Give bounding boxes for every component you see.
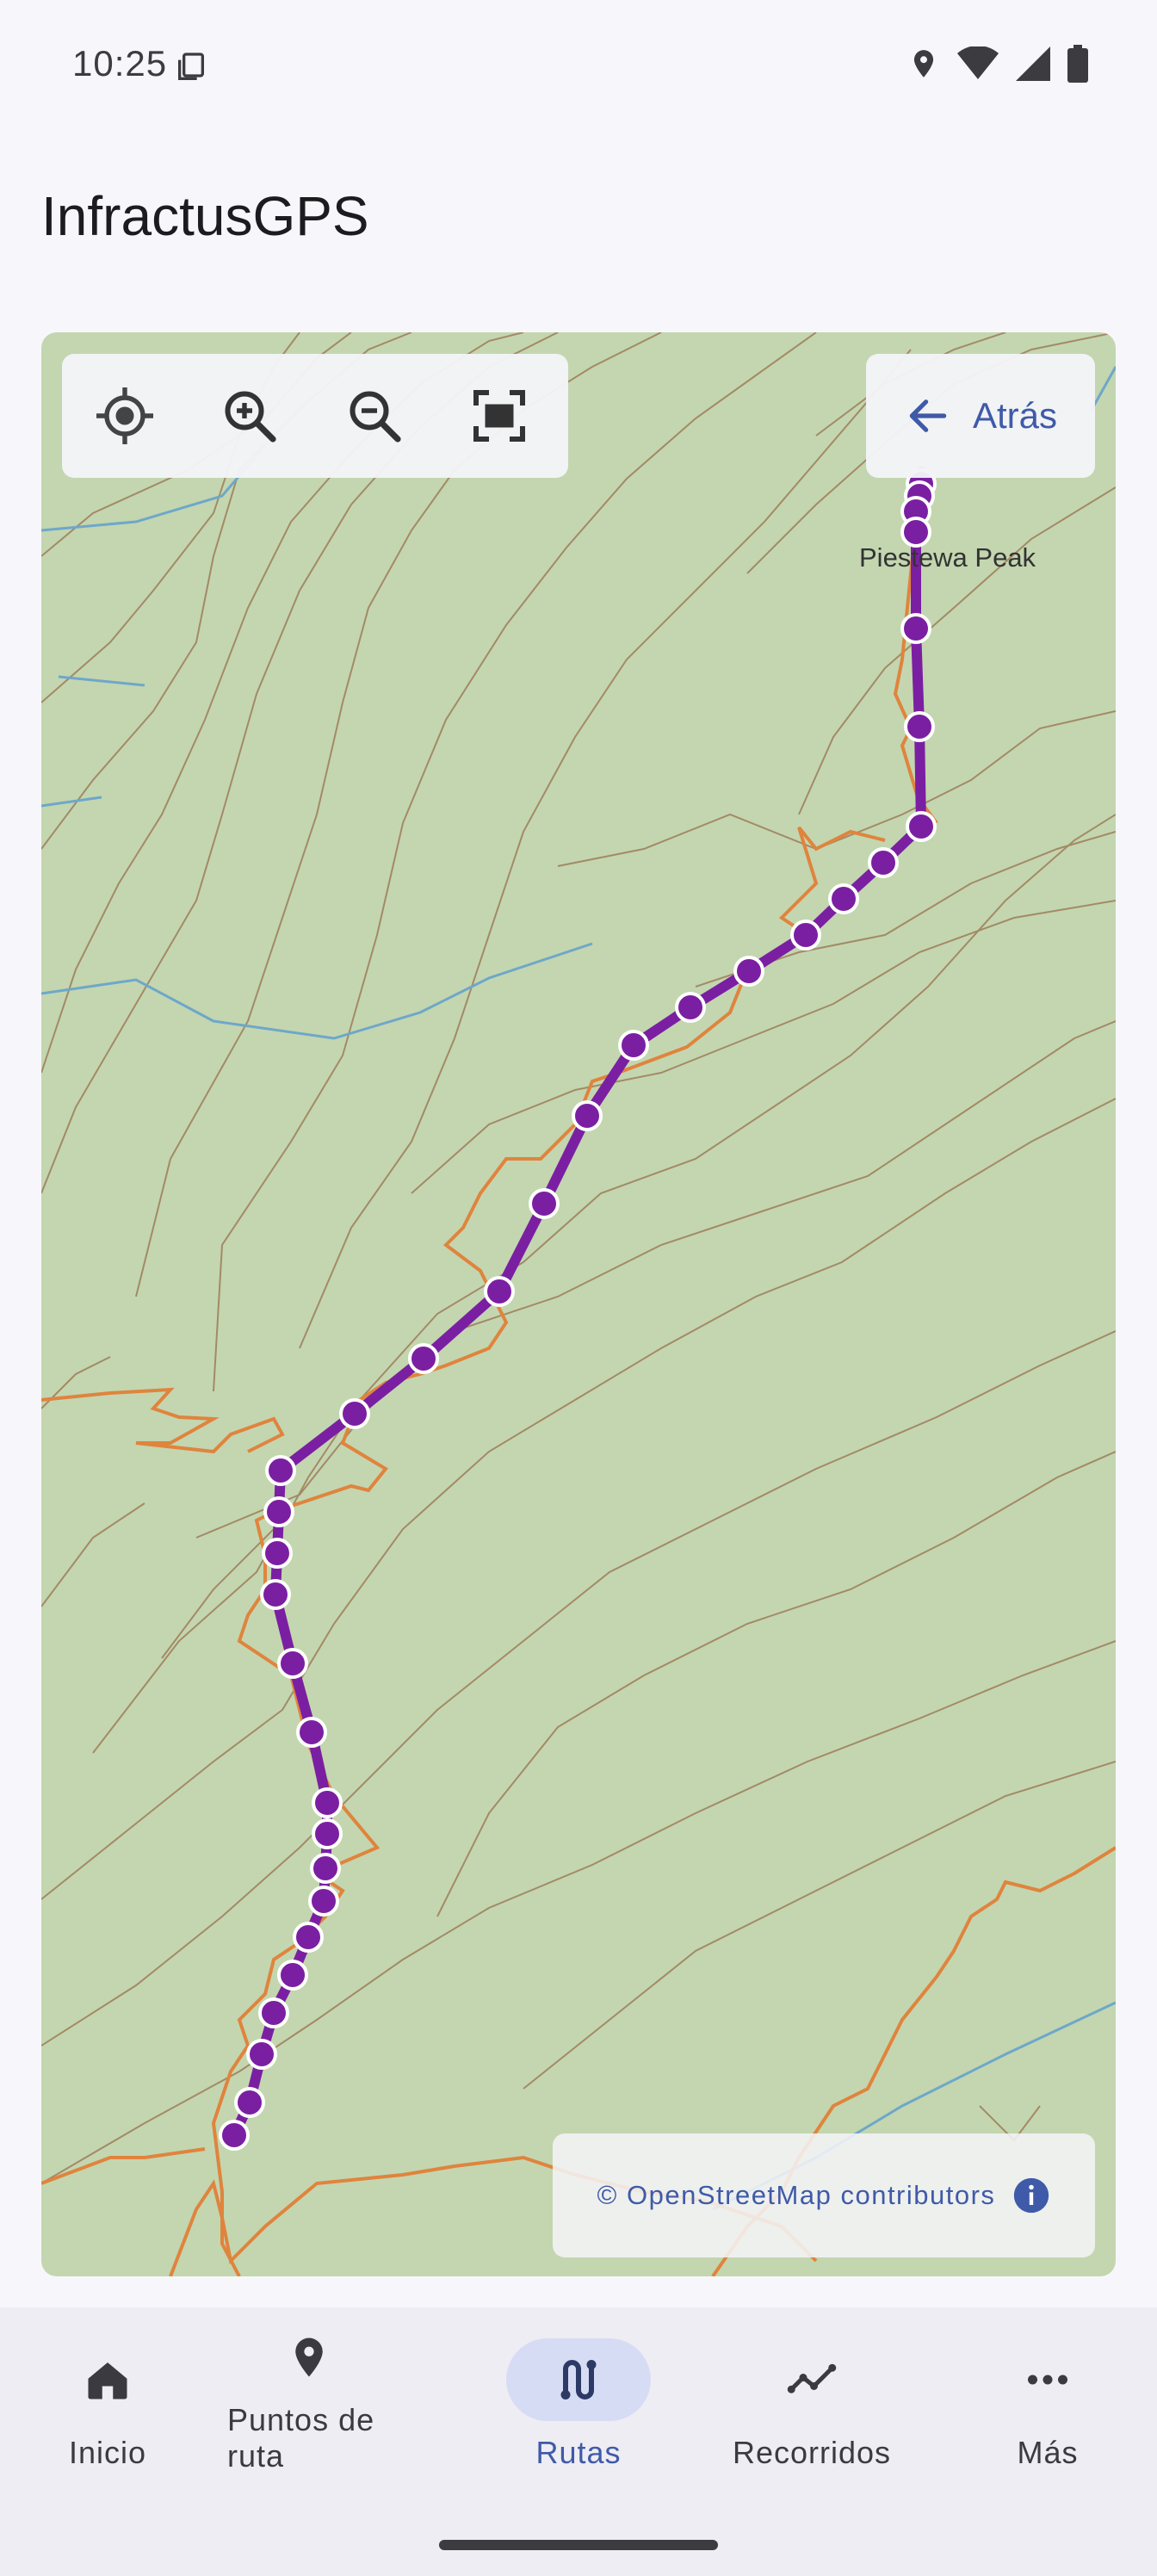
info-icon[interactable] xyxy=(1012,2177,1050,2214)
map-toolbar xyxy=(62,354,568,478)
nav-label-mas: Más xyxy=(1017,2435,1079,2470)
nav-label-rutas: Rutas xyxy=(535,2435,622,2470)
arrow-back-icon xyxy=(909,399,947,432)
route-icon xyxy=(560,2360,597,2400)
route-waypoints xyxy=(219,468,937,2151)
zoom-in-button[interactable] xyxy=(187,354,312,478)
location-icon xyxy=(907,45,940,87)
my-location-icon xyxy=(96,387,153,444)
nav-item-recorridos[interactable]: Recorridos xyxy=(704,2338,919,2511)
map-attribution[interactable]: © OpenStreetMap contributors xyxy=(553,2133,1095,2257)
cell-signal-icon xyxy=(1016,46,1050,85)
nav-label-recorridos: Recorridos xyxy=(732,2435,892,2470)
app-title: InfractusGPS xyxy=(41,185,369,247)
screen-copy-icon xyxy=(174,50,208,89)
bottom-navigation: Inicio Puntos de ruta Rutas Recorridos M… xyxy=(0,2307,1157,2576)
fit-bounds-button[interactable] xyxy=(436,354,561,478)
map-view[interactable]: Piestewa Peak Atrás © OpenStreetMap cont… xyxy=(41,332,1116,2276)
wifi-icon xyxy=(957,46,999,85)
back-button[interactable]: Atrás xyxy=(866,354,1095,478)
nav-item-inicio[interactable]: Inicio xyxy=(0,2338,215,2511)
zoom-in-icon xyxy=(225,391,276,443)
nav-item-mas[interactable]: Más xyxy=(940,2338,1155,2511)
trail-lines xyxy=(41,486,1116,2276)
my-location-button[interactable] xyxy=(62,354,187,478)
home-icon xyxy=(88,2362,127,2400)
fit-to-screen-icon xyxy=(473,390,525,442)
nav-active-indicator xyxy=(506,2338,651,2421)
peak-label: Piestewa Peak xyxy=(859,542,1036,573)
topographic-map xyxy=(41,332,1116,2276)
nav-label-inicio: Inicio xyxy=(68,2435,147,2470)
attribution-text: © OpenStreetMap contributors xyxy=(597,2180,996,2210)
battery-icon xyxy=(1067,45,1088,87)
zoom-out-button[interactable] xyxy=(312,354,436,478)
nav-label-puntos-de-ruta: Puntos de ruta xyxy=(227,2402,375,2474)
status-bar: 10:25 xyxy=(0,0,1157,134)
nav-item-rutas[interactable]: Rutas xyxy=(471,2338,686,2511)
location-pin-icon xyxy=(295,2338,323,2377)
zoom-out-icon xyxy=(350,391,401,443)
status-time: 10:25 xyxy=(72,43,168,84)
track-icon xyxy=(787,2363,837,2393)
contour-lines xyxy=(41,332,1116,2184)
home-indicator[interactable] xyxy=(439,2540,718,2550)
nav-item-puntos-de-ruta[interactable]: Puntos de ruta xyxy=(201,2316,417,2488)
more-icon xyxy=(1028,2375,1067,2385)
back-label: Atrás xyxy=(972,395,1058,436)
